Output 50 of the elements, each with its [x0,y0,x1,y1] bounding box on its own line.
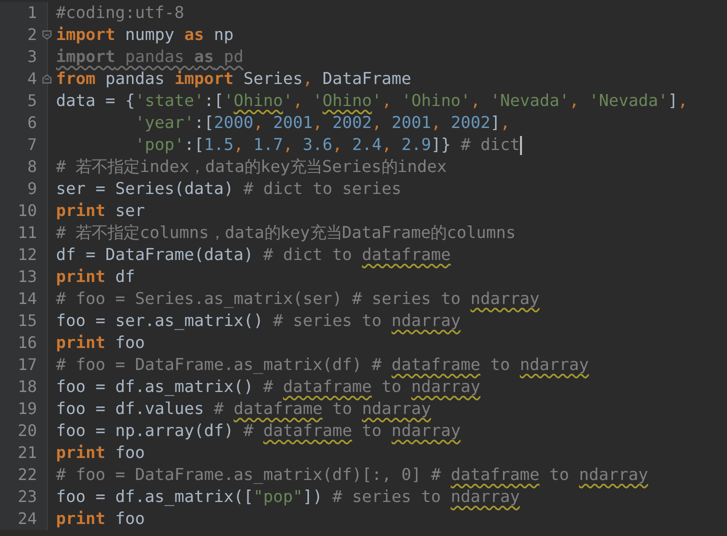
line-number: 7 [27,134,37,156]
code-line: print foo [56,508,145,530]
code-line: import numpy as np [56,24,234,46]
line-number: 5 [27,90,37,112]
code-line: foo = ser.as_matrix() # series to ndarray [56,310,461,332]
fold-marker-icon[interactable] [42,30,52,40]
line-number: 11 [18,222,37,244]
code-line: foo = np.array(df) # dataframe to ndarray [56,420,461,442]
code-line: from pandas import Series, DataFrame [56,68,412,90]
line-number: 19 [18,398,37,420]
line-number: 17 [18,354,37,376]
line-number: 16 [18,332,37,354]
code-line: print ser [56,200,145,222]
line-number: 9 [27,178,37,200]
line-number: 24 [18,508,37,530]
line-number: 4 [27,68,37,90]
line-number: 23 [18,486,37,508]
code-line: foo = df.as_matrix() # dataframe to ndarray [56,376,480,398]
code-line: foo = df.values # dataframe to ndarray [56,398,432,420]
code-line: ser = Series(data) # dict to series [56,178,402,200]
line-number: 2 [27,24,37,46]
code-line: import pandas as pd [56,46,244,68]
code-line: # foo = Series.as_matrix(ser) # series to ndarray [56,288,540,310]
code-line: # 若不指定index，data的key充当Series的index [56,156,447,178]
code-line: df = DataFrame(data) # dict to dataframe [56,244,451,266]
line-number: 22 [18,464,37,486]
code-line: data = {'state':['Ohino', 'Ohino', 'Ohino', 'Nevada', 'Nevada'], [56,90,688,112]
line-number: 8 [27,156,37,178]
line-number: 6 [27,112,37,134]
line-number: 20 [18,420,37,442]
line-number: 18 [18,376,37,398]
code-line: # foo = DataFrame.as_matrix(df) # dataframe to ndarray [56,354,589,376]
code-line: foo = df.as_matrix(["pop"]) # series to ndarray [56,486,520,508]
fold-marker-icon[interactable] [42,74,52,84]
line-number: 13 [18,266,37,288]
code-line: # 若不指定columns，data的key充当DataFrame的columns [56,222,516,244]
code-line: #coding:utf-8 [56,2,184,24]
code-line: print foo [56,442,145,464]
code-line: # foo = DataFrame.as_matrix(df)[:, 0] # dataframe to ndarray [56,464,648,486]
code-line: 'pop':[1.5, 1.7, 3.6, 2.4, 2.9]} # dict [134,134,520,156]
line-number: 1 [27,2,37,24]
code-line: print foo [56,332,145,354]
line-number: 12 [18,244,37,266]
code-line: 'year':[2000, 2001, 2002, 2001, 2002], [134,112,510,134]
line-number: 21 [18,442,37,464]
line-number: 3 [27,46,37,68]
code-line: print df [56,266,135,288]
line-number: 10 [18,200,37,222]
line-number: 15 [18,310,37,332]
line-number: 14 [18,288,37,310]
